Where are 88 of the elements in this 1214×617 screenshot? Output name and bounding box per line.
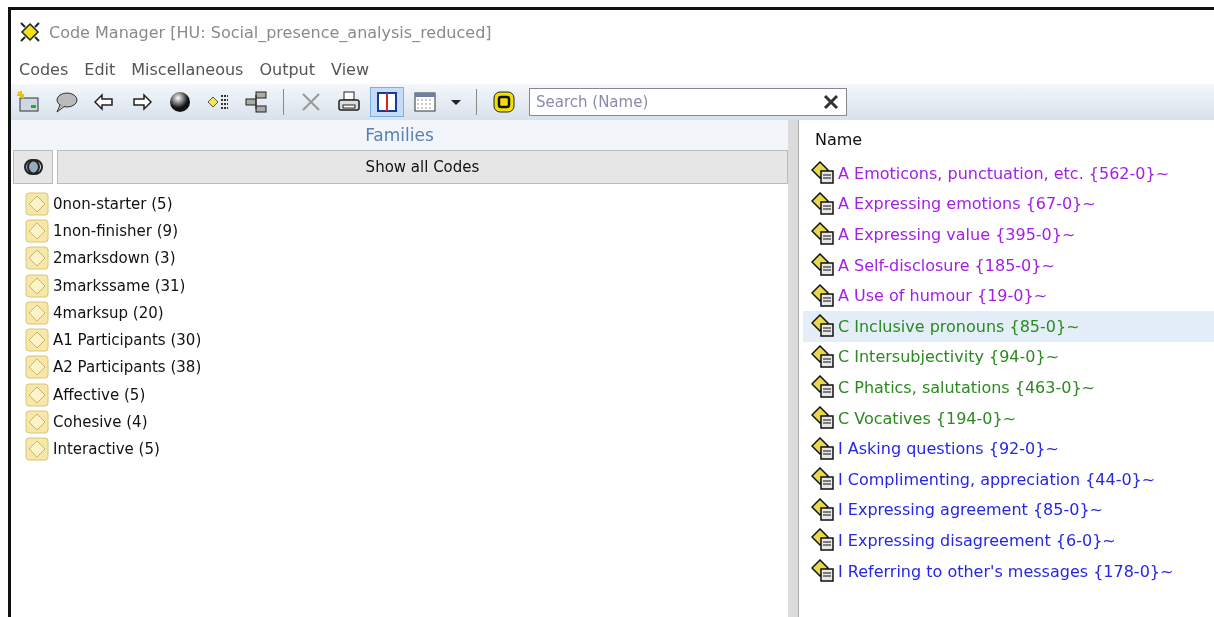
split-view-icon xyxy=(375,90,399,114)
family-icon xyxy=(25,437,49,462)
code-icon xyxy=(811,191,835,216)
app-icon xyxy=(19,21,41,43)
code-row[interactable]: C Vocatives {194-0}~ xyxy=(803,402,1214,434)
code-icon xyxy=(811,283,835,308)
family-icon xyxy=(25,246,49,271)
family-icon xyxy=(25,218,49,243)
code-row[interactable]: A Expressing emotions {67-0}~ xyxy=(803,188,1214,220)
code-label: I Expressing disagreement {6-0}~ xyxy=(838,530,1116,550)
family-item[interactable]: 1non-finisher (9) xyxy=(53,221,178,240)
menu-item[interactable]: Output xyxy=(253,59,322,79)
search-field[interactable]: Search (Name) xyxy=(529,88,847,116)
family-icon xyxy=(25,191,49,216)
family-item[interactable]: 2marksdown (3) xyxy=(53,249,176,268)
new-item-icon xyxy=(16,90,40,114)
family-icon xyxy=(25,410,49,434)
menu-item[interactable]: View xyxy=(325,59,375,79)
family-icon xyxy=(25,382,49,407)
families-header: Families xyxy=(11,120,788,150)
family-item[interactable]: Cohesive (4) xyxy=(53,413,148,431)
family-item[interactable]: 0non-starter (5) xyxy=(53,194,173,213)
menu-item[interactable]: Codes xyxy=(13,59,75,79)
family-icon xyxy=(25,328,49,353)
hierarchy-icon xyxy=(244,90,268,114)
code-row[interactable]: I Asking questions {92-0}~ xyxy=(803,433,1214,464)
code-label: C Vocatives {194-0}~ xyxy=(838,408,1017,428)
code-icon xyxy=(811,314,835,339)
filter-icon xyxy=(492,90,516,114)
code-row[interactable]: I Expressing agreement {85-0}~ xyxy=(803,494,1214,526)
code-label: I Asking questions {92-0}~ xyxy=(838,439,1059,459)
code-icon xyxy=(811,436,835,461)
code-icon xyxy=(811,528,835,553)
code-row[interactable]: A Use of humour {19-0}~ xyxy=(803,280,1214,311)
menu-item[interactable]: Edit xyxy=(78,59,122,79)
family-icon xyxy=(25,300,49,325)
code-icon xyxy=(811,467,835,492)
family-icon xyxy=(25,355,49,380)
speech-bubble-icon xyxy=(54,90,78,114)
family-item[interactable]: A2 Participants (38) xyxy=(53,358,202,377)
right-arrow-icon xyxy=(130,90,154,114)
code-label: C Intersubjectivity {94-0}~ xyxy=(838,347,1060,367)
code-row[interactable]: A Emoticons, punctuation, etc. {562-0}~ xyxy=(803,158,1214,189)
code-label: A Use of humour {19-0}~ xyxy=(838,286,1048,306)
code-row[interactable]: C Phatics, salutations {463-0}~ xyxy=(803,372,1214,403)
sphere-icon xyxy=(168,90,192,114)
code-icon xyxy=(811,375,835,400)
code-label: C Phatics, salutations {463-0}~ xyxy=(838,377,1095,397)
code-row[interactable]: C Intersubjectivity {94-0}~ xyxy=(803,341,1214,373)
code-icon xyxy=(811,344,835,369)
family-icon xyxy=(25,273,49,298)
code-icon xyxy=(811,253,835,278)
toolbar-button[interactable] xyxy=(370,87,404,117)
left-arrow-icon xyxy=(92,90,116,114)
code-row[interactable]: I Referring to other's messages {178-0}~ xyxy=(803,555,1214,587)
code-label: I Complimenting, appreciation {44-0}~ xyxy=(838,469,1156,489)
close-icon[interactable] xyxy=(823,94,839,110)
code-row[interactable]: C Inclusive pronouns {85-0}~ xyxy=(803,310,1214,342)
overlap-circles-icon xyxy=(22,156,44,178)
code-label: A Self-disclosure {185-0}~ xyxy=(838,255,1055,275)
code-label: I Referring to other's messages {178-0}~ xyxy=(838,561,1174,581)
family-item[interactable]: 4marksup (20) xyxy=(53,303,164,322)
code-label: A Expressing emotions {67-0}~ xyxy=(838,194,1096,214)
window-title: Code Manager [HU: Social_presence_analysis_reduced] xyxy=(49,22,492,42)
code-icon xyxy=(811,497,835,522)
code-label: C Inclusive pronouns {85-0}~ xyxy=(838,316,1080,336)
code-row[interactable]: I Complimenting, appreciation {44-0}~ xyxy=(803,463,1214,495)
code-row[interactable]: A Expressing value {395-0}~ xyxy=(803,219,1214,250)
code-label: A Emoticons, punctuation, etc. {562-0}~ xyxy=(838,163,1170,183)
family-item[interactable]: 3markssame (31) xyxy=(53,276,186,295)
code-icon xyxy=(811,559,835,583)
code-row[interactable]: I Expressing disagreement {6-0}~ xyxy=(803,525,1214,556)
table-icon xyxy=(413,90,437,114)
menu-item[interactable]: Miscellaneous xyxy=(125,59,250,79)
print-icon xyxy=(337,90,361,114)
family-item[interactable]: A1 Participants (30) xyxy=(53,331,202,350)
family-item[interactable]: Interactive (5) xyxy=(53,440,160,459)
caret-icon xyxy=(451,99,461,105)
code-icon xyxy=(811,161,835,186)
code-icon xyxy=(811,222,835,247)
code-row[interactable]: A Self-disclosure {185-0}~ xyxy=(803,249,1214,281)
show-all-codes-button[interactable]: Show all Codes xyxy=(57,150,788,184)
code-label: I Expressing agreement {85-0}~ xyxy=(838,500,1103,520)
family-item[interactable]: Affective (5) xyxy=(53,385,146,404)
code-label: A Expressing value {395-0}~ xyxy=(838,225,1076,244)
toggle-button[interactable] xyxy=(13,150,53,184)
column-header: Name xyxy=(814,128,864,151)
code-icon xyxy=(811,406,835,431)
